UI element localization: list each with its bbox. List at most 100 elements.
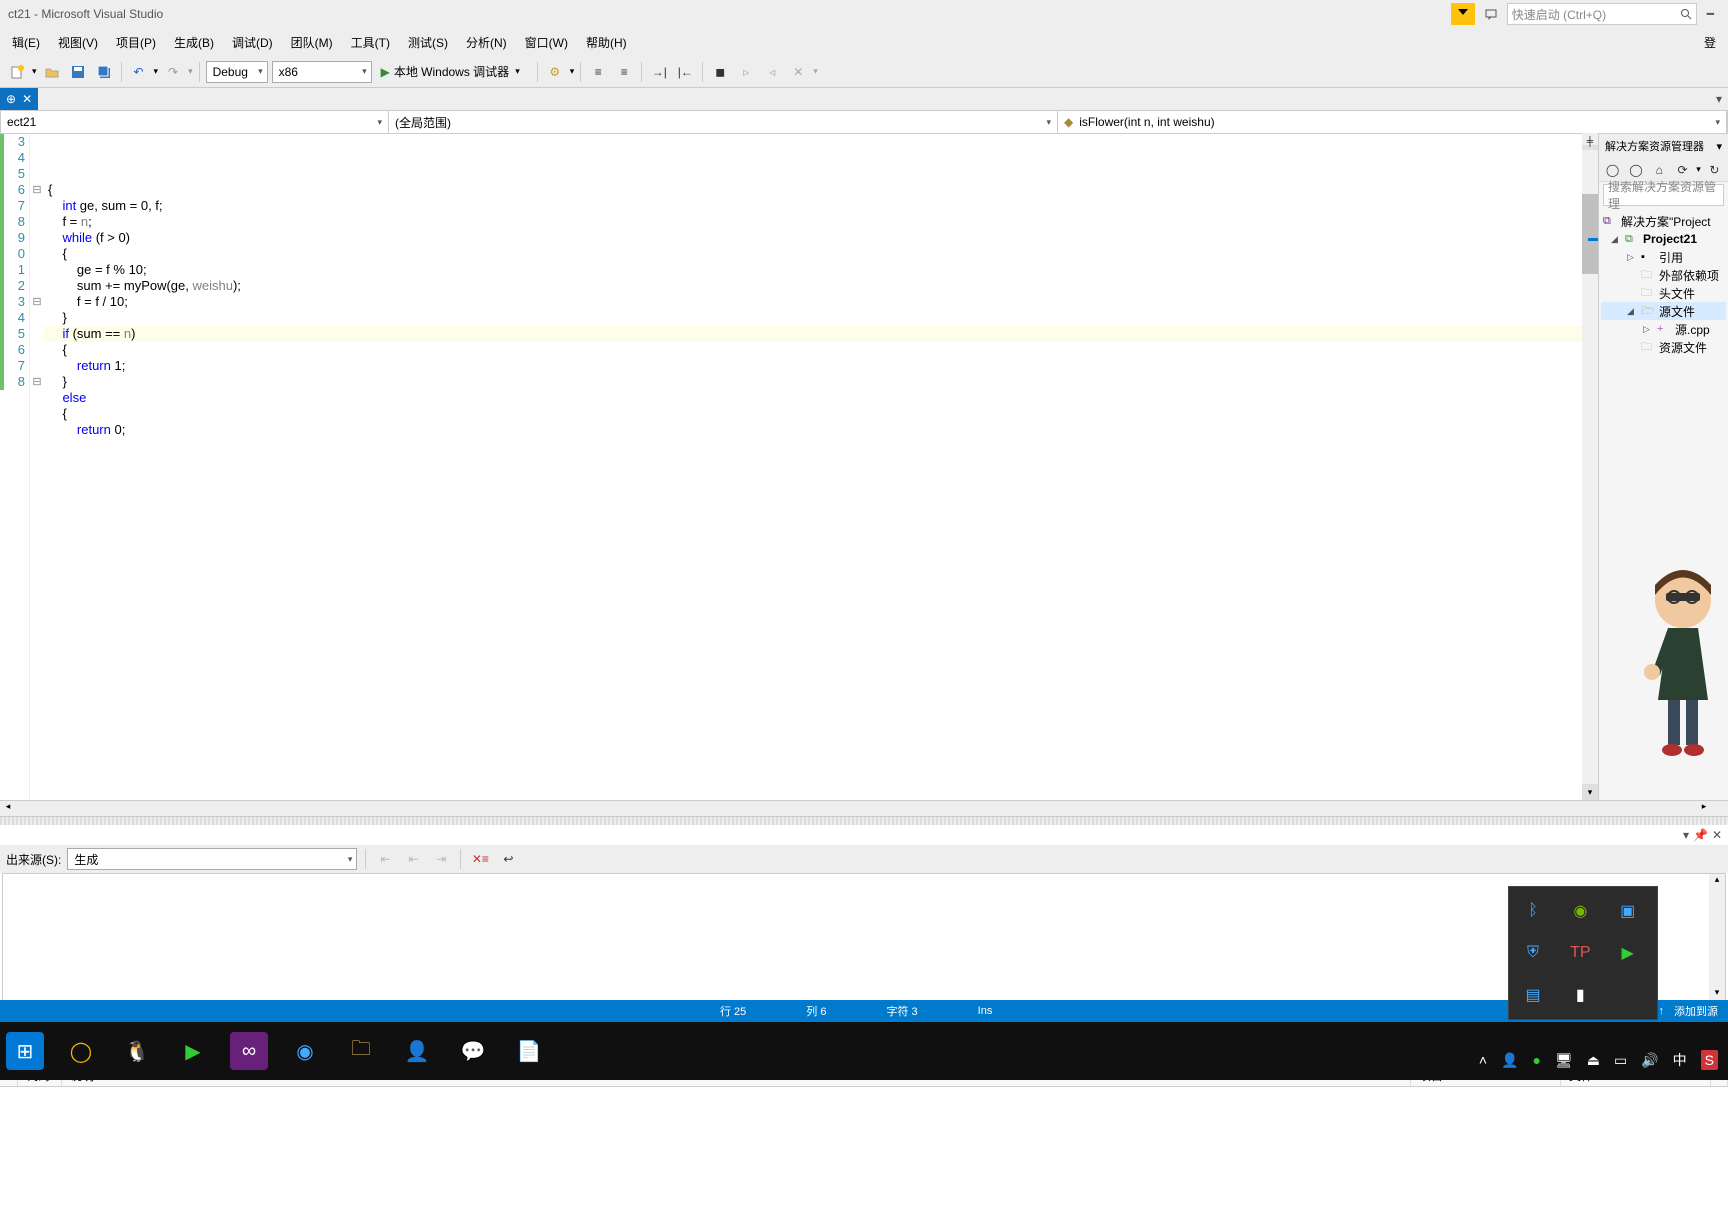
- bookmark-clear[interactable]: ✕: [787, 61, 809, 83]
- nvidia-icon[interactable]: ◉: [1566, 897, 1594, 925]
- menu-analyze[interactable]: 分析(N): [458, 30, 515, 55]
- platform-combo[interactable]: x86: [272, 61, 372, 83]
- tool-icon-1[interactable]: ⚙: [544, 61, 566, 83]
- menu-window[interactable]: 窗口(W): [517, 30, 576, 55]
- menu-tools[interactable]: 工具(T): [343, 30, 398, 55]
- publish-icon[interactable]: ↑: [1659, 1005, 1665, 1017]
- bluetooth-icon[interactable]: ᛒ: [1519, 897, 1547, 925]
- taskbar-browser[interactable]: ◉: [286, 1032, 324, 1070]
- login-button[interactable]: 登: [1696, 30, 1724, 55]
- taskbar-qq[interactable]: 🐧: [118, 1032, 156, 1070]
- undo-button[interactable]: ↶: [128, 61, 150, 83]
- tp-icon[interactable]: TP: [1566, 939, 1594, 967]
- menu-build[interactable]: 生成(B): [166, 30, 222, 55]
- bookmark-prev[interactable]: ◃: [761, 61, 783, 83]
- redo-button[interactable]: ↷: [162, 61, 184, 83]
- tray-battery-icon[interactable]: ▭: [1614, 1052, 1627, 1069]
- bookmark-next[interactable]: ▹: [735, 61, 757, 83]
- menu-edit[interactable]: 辑(E): [4, 30, 48, 55]
- nav-type-combo[interactable]: (全局范围): [389, 111, 1058, 133]
- menu-help[interactable]: 帮助(H): [578, 30, 635, 55]
- taskbar-app-1[interactable]: ◯: [62, 1032, 100, 1070]
- nav-member-combo[interactable]: ◆isFlower(int n, int weishu): [1058, 111, 1727, 133]
- status-add-source[interactable]: 添加到源: [1674, 1003, 1718, 1019]
- indent-button[interactable]: →|: [648, 61, 670, 83]
- comment-button[interactable]: ≡: [587, 61, 609, 83]
- close-tab-button[interactable]: ✕: [22, 92, 32, 106]
- tray-usb-icon[interactable]: ⏏: [1587, 1052, 1600, 1069]
- outdent-button[interactable]: |←: [674, 61, 696, 83]
- uncomment-button[interactable]: ≡: [613, 61, 635, 83]
- output-clear[interactable]: ✕≡: [469, 848, 491, 870]
- code-editor[interactable]: 3456789012345678 ⊟⊟⊟ { int ge, sum = 0, …: [0, 134, 1598, 800]
- bookmark-button[interactable]: ◼: [709, 61, 731, 83]
- config-combo[interactable]: Debug: [206, 61, 268, 83]
- taskbar-wechat[interactable]: 💬: [454, 1032, 492, 1070]
- output-source-combo[interactable]: 生成: [67, 848, 357, 870]
- quick-launch-input[interactable]: 快速启动 (Ctrl+Q): [1507, 3, 1697, 25]
- save-button[interactable]: [67, 61, 89, 83]
- minimize-button[interactable]: ━: [1701, 7, 1720, 21]
- panel-dropdown[interactable]: ▾: [1716, 140, 1722, 153]
- assistant-character[interactable]: [1638, 560, 1728, 760]
- tree-node-sources[interactable]: ◢🗁源文件: [1601, 302, 1726, 320]
- taskbar-explorer[interactable]: 🗀: [342, 1032, 380, 1070]
- output-wrap[interactable]: ↩: [497, 848, 519, 870]
- taskbar-app-2[interactable]: 👤: [398, 1032, 436, 1070]
- start-debug-button[interactable]: ▶ 本地 Windows 调试器 ▾: [376, 61, 531, 83]
- tray-ime[interactable]: 中: [1673, 1050, 1687, 1070]
- output-text[interactable]: ▴ ▾: [2, 873, 1726, 1004]
- tray-wechat-icon[interactable]: ●: [1533, 1052, 1541, 1068]
- notification-flag-icon[interactable]: [1451, 3, 1475, 25]
- tray-app-2[interactable]: ▤: [1519, 981, 1547, 1009]
- menu-debug[interactable]: 调试(D): [224, 30, 281, 55]
- document-tab[interactable]: ⊕ ✕: [0, 88, 38, 110]
- menu-bar: 辑(E) 视图(V) 项目(P) 生成(B) 调试(D) 团队(M) 工具(T)…: [0, 28, 1728, 56]
- scroll-down-button[interactable]: ▾: [1582, 784, 1598, 800]
- open-button[interactable]: [41, 61, 63, 83]
- taskbar-video[interactable]: ▶: [174, 1032, 212, 1070]
- tray-monitor-icon[interactable]: 🖥: [1555, 1052, 1573, 1069]
- output-prev[interactable]: ⇤: [402, 848, 424, 870]
- editor-h-scrollbar[interactable]: ◂ ▸: [0, 800, 1728, 816]
- solution-tree[interactable]: ⧉解决方案"Project ◢⧉Project21 ▷▪引用 🗀外部依赖项 🗀头…: [1599, 208, 1728, 360]
- play-icon[interactable]: ▶: [1614, 939, 1642, 967]
- folder-icon: 🗀: [1641, 266, 1655, 285]
- tray-app-1[interactable]: ▣: [1614, 897, 1642, 925]
- redo-dropdown[interactable]: ▾: [188, 66, 193, 77]
- quick-launch-placeholder: 快速启动 (Ctrl+Q): [1512, 6, 1680, 23]
- panel-options[interactable]: ▾: [1683, 828, 1689, 842]
- save-all-button[interactable]: [93, 61, 115, 83]
- undo-dropdown[interactable]: ▾: [154, 66, 159, 77]
- menu-view[interactable]: 视图(V): [50, 30, 106, 55]
- panel-close[interactable]: ✕: [1712, 828, 1722, 842]
- output-goto[interactable]: ⇤: [374, 848, 396, 870]
- menu-test[interactable]: 测试(S): [400, 30, 456, 55]
- shield-icon[interactable]: ⛨: [1519, 939, 1547, 967]
- tray-volume-icon[interactable]: 🔊: [1641, 1052, 1658, 1069]
- menu-team[interactable]: 团队(M): [283, 30, 341, 55]
- status-char: 字符 3: [856, 1003, 947, 1019]
- nav-scope-combo[interactable]: ect21: [1, 111, 389, 133]
- tray-person-icon[interactable]: 👤: [1501, 1052, 1518, 1069]
- output-next[interactable]: ⇥: [430, 848, 452, 870]
- pin-icon[interactable]: ⊕: [6, 92, 16, 106]
- tray-sogou-icon[interactable]: S: [1701, 1050, 1718, 1070]
- tab-overflow-button[interactable]: ▾: [1710, 92, 1728, 106]
- menu-project[interactable]: 项目(P): [108, 30, 164, 55]
- new-dropdown[interactable]: ▾: [32, 66, 37, 77]
- status-col: 列 6: [776, 1003, 856, 1019]
- taskbar-notes[interactable]: 📄: [510, 1032, 548, 1070]
- refs-icon: ▪: [1641, 251, 1655, 263]
- main-toolbar: ▾ ↶ ▾ ↷ ▾ Debug x86 ▶ 本地 Windows 调试器 ▾ ⚙…: [0, 56, 1728, 88]
- tray-app-3[interactable]: ▮: [1566, 981, 1594, 1009]
- feedback-icon[interactable]: [1479, 3, 1503, 25]
- start-button[interactable]: ⊞: [6, 1032, 44, 1070]
- panel-pin[interactable]: 📌: [1693, 828, 1708, 842]
- taskbar-vs[interactable]: ∞: [230, 1032, 268, 1070]
- new-button[interactable]: [6, 61, 28, 83]
- solution-search-input[interactable]: 搜索解决方案资源管理: [1603, 184, 1724, 206]
- fold-column[interactable]: ⊟⊟⊟: [30, 134, 44, 800]
- tray-up-icon[interactable]: ˄: [1479, 1052, 1487, 1068]
- split-handle[interactable]: ╪: [1582, 133, 1598, 145]
